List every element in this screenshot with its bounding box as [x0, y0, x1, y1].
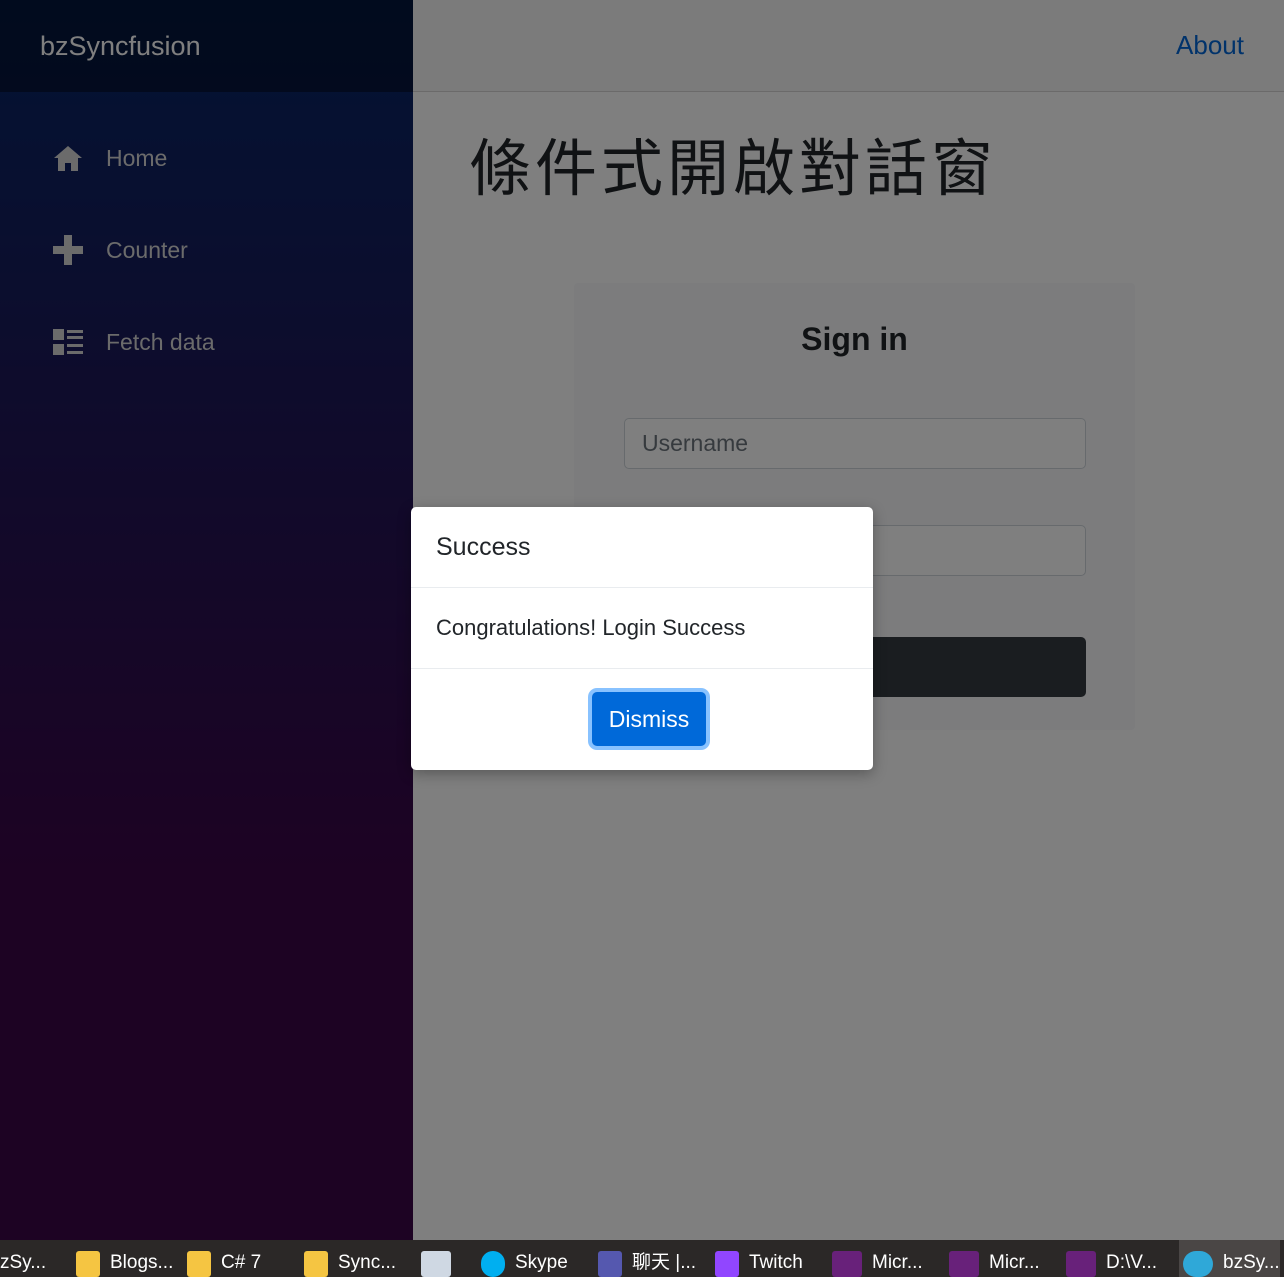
monitor-icon: [421, 1251, 451, 1277]
taskbar-item-label: Micr...: [872, 1252, 923, 1273]
terminal-icon: [832, 1251, 862, 1277]
taskbar-item[interactable]: [417, 1240, 477, 1277]
taskbar-item[interactable]: zSy...: [0, 1240, 66, 1277]
taskbar-item-label: Micr...: [989, 1252, 1040, 1273]
edge-icon: [1183, 1251, 1213, 1277]
taskbar-item-label: 聊天 |...: [632, 1252, 697, 1273]
skype-icon: [481, 1251, 505, 1277]
taskbar-item[interactable]: Blogs...: [66, 1240, 183, 1277]
dialog-header: Success: [411, 507, 873, 588]
terminal-icon: [1066, 1251, 1096, 1277]
taskbar-item[interactable]: Micr...: [828, 1240, 945, 1277]
folder-icon: [76, 1251, 100, 1277]
taskbar: zSy... Blogs... C# 7 Sync... Skype 聊天 |.…: [0, 1240, 1284, 1277]
taskbar-item[interactable]: D:\V...: [1062, 1240, 1179, 1277]
twitch-icon: [715, 1251, 739, 1277]
taskbar-item-label: Blogs...: [110, 1252, 174, 1273]
dialog-body: Congratulations! Login Success: [411, 588, 873, 669]
taskbar-item[interactable]: Micr...: [945, 1240, 1062, 1277]
dialog-footer: Dismiss: [411, 669, 873, 769]
success-dialog: Success Congratulations! Login Success D…: [411, 507, 873, 770]
dialog-title: Success: [436, 532, 531, 561]
dialog-message: Congratulations! Login Success: [436, 615, 746, 640]
taskbar-item[interactable]: C# 7: [183, 1240, 300, 1277]
taskbar-item-label: Sync...: [338, 1252, 397, 1273]
taskbar-item-label: zSy...: [0, 1252, 47, 1273]
taskbar-item-label: Twitch: [749, 1252, 803, 1273]
taskbar-item-label: bzSy...: [1223, 1252, 1280, 1273]
taskbar-item-label: C# 7: [221, 1252, 262, 1273]
taskbar-item[interactable]: Twitch: [711, 1240, 828, 1277]
dismiss-button[interactable]: Dismiss: [592, 692, 706, 746]
teams-icon: [598, 1251, 622, 1277]
terminal-icon: [949, 1251, 979, 1277]
taskbar-item[interactable]: 聊天 |...: [594, 1240, 711, 1277]
taskbar-item[interactable]: Skype: [477, 1240, 594, 1277]
taskbar-item-label: D:\V...: [1106, 1252, 1158, 1273]
folder-icon: [187, 1251, 211, 1277]
taskbar-item-label: Skype: [515, 1252, 568, 1273]
taskbar-item[interactable]: bzSy...: [1179, 1240, 1280, 1277]
folder-icon: [304, 1251, 328, 1277]
taskbar-item[interactable]: Sync...: [300, 1240, 417, 1277]
